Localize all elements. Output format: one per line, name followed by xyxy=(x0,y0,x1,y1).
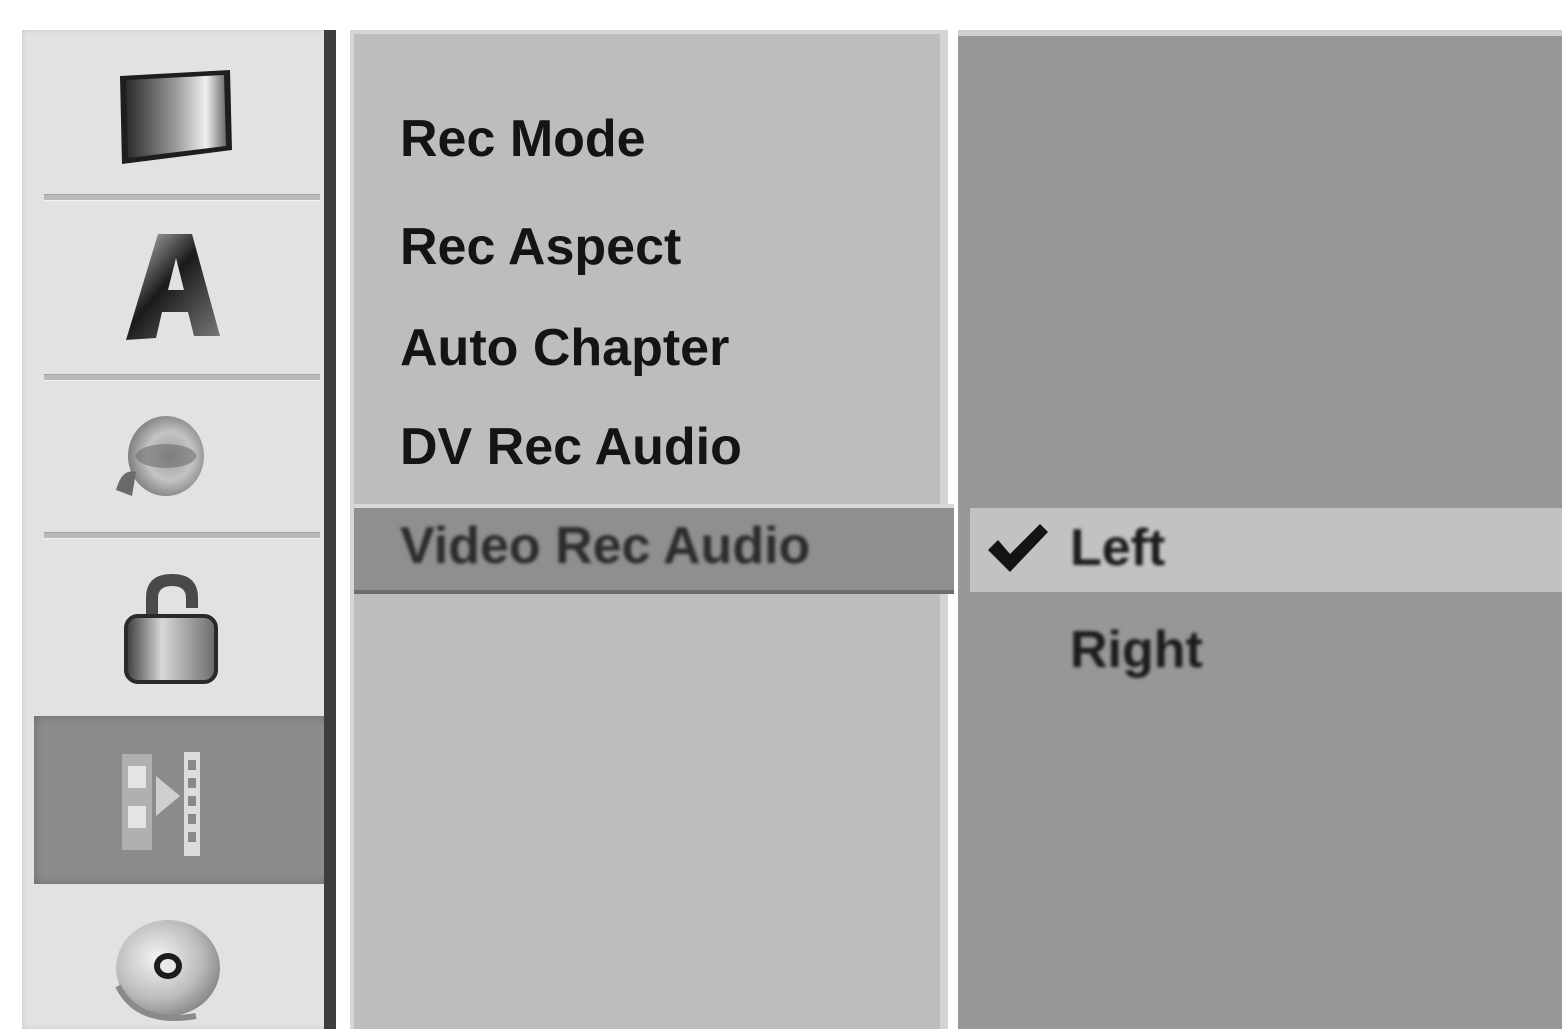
sidebar-item-lock[interactable] xyxy=(22,540,324,716)
sidebar-divider xyxy=(44,374,320,381)
sidebar-item-audio[interactable] xyxy=(22,382,324,538)
option-right[interactable]: Right xyxy=(1070,624,1203,676)
letter-a-icon xyxy=(126,234,220,340)
menu-item-auto-chapter[interactable]: Auto Chapter xyxy=(400,322,729,374)
disc-icon xyxy=(115,920,220,1021)
menu-item-dv-rec-audio[interactable]: DV Rec Audio xyxy=(400,421,742,473)
checkmark-icon xyxy=(988,524,1048,572)
tv-screen-icon xyxy=(120,70,232,164)
sidebar-divider xyxy=(44,194,320,201)
sidebar-border xyxy=(324,30,336,1029)
menu-item-rec-mode[interactable]: Rec Mode xyxy=(400,113,646,165)
sidebar-item-language[interactable] xyxy=(22,202,324,378)
sidebar-item-recording[interactable] xyxy=(34,716,334,884)
recording-film-icon xyxy=(122,752,200,856)
category-sidebar xyxy=(22,30,334,1029)
menu-item-rec-aspect[interactable]: Rec Aspect xyxy=(400,221,681,273)
option-left[interactable]: Left xyxy=(1070,522,1165,574)
setup-menu-screen: Rec Mode Rec Aspect Auto Chapter DV Rec … xyxy=(0,0,1562,1029)
sidebar-item-general[interactable] xyxy=(22,30,324,194)
menu-item-video-rec-audio[interactable]: Video Rec Audio xyxy=(400,520,810,572)
sidebar-item-disc[interactable] xyxy=(22,886,324,1029)
sidebar-divider xyxy=(44,532,320,539)
speaker-icon xyxy=(116,416,204,496)
option-selection-highlight xyxy=(970,508,1562,592)
padlock-icon xyxy=(124,574,218,684)
